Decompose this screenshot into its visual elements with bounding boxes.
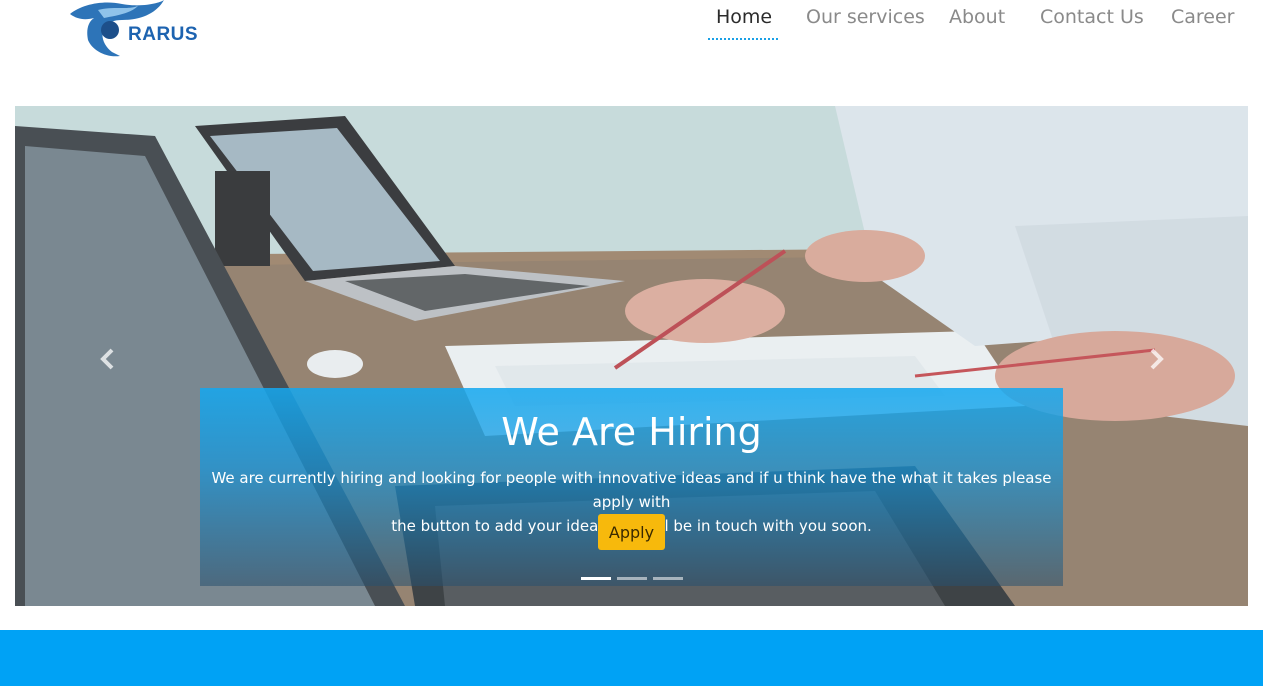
active-nav-underline <box>708 38 778 40</box>
nav-item-our-services[interactable]: Our services <box>806 6 925 38</box>
slide-description-line-1: We are currently hiring and looking for … <box>211 469 1052 511</box>
nav-item-contact-us[interactable]: Contact Us <box>1040 6 1144 38</box>
carousel-prev-button[interactable] <box>93 344 123 374</box>
hero-carousel: We Are Hiring We are currently hiring an… <box>15 106 1248 606</box>
nav-item-career[interactable]: Career <box>1171 6 1235 38</box>
carousel-indicator-3[interactable] <box>653 577 683 580</box>
chevron-left-icon <box>100 348 114 370</box>
chevron-right-icon <box>1150 348 1164 370</box>
nav-item-about[interactable]: About <box>949 6 1005 38</box>
slide-caption: We Are Hiring We are currently hiring an… <box>200 388 1063 586</box>
carousel-indicator-2[interactable] <box>617 577 647 580</box>
blue-section-band <box>0 630 1263 686</box>
apply-button[interactable]: Apply <box>598 514 665 550</box>
slide-title: We Are Hiring <box>501 410 762 454</box>
nav-item-home[interactable]: Home <box>716 6 772 38</box>
carousel-indicators <box>581 577 691 581</box>
carousel-indicator-1[interactable] <box>581 577 611 580</box>
main-nav: Home Our services About Contact Us Caree… <box>0 6 1263 42</box>
site-header: RARUS Home Our services About Contact Us… <box>0 0 1263 80</box>
carousel-next-button[interactable] <box>1141 344 1171 374</box>
